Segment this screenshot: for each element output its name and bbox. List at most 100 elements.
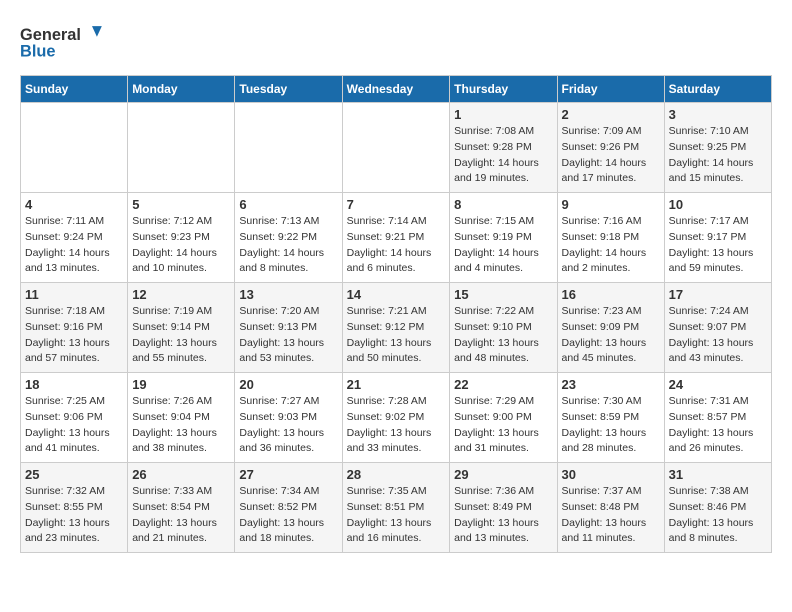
day-number: 28 [347,467,446,482]
calendar-cell: 15 Sunrise: 7:22 AMSunset: 9:10 PMDayligh… [450,283,557,373]
day-number: 29 [454,467,552,482]
calendar-cell: 1 Sunrise: 7:08 AMSunset: 9:28 PMDaylight… [450,103,557,193]
calendar-cell: 5Sunrise: 7:12 AMSunset: 9:23 PMDaylight… [128,193,235,283]
weekday-header-sunday: Sunday [21,76,128,103]
calendar-cell [342,103,450,193]
day-number: 13 [239,287,337,302]
calendar-cell: 9Sunrise: 7:16 AMSunset: 9:18 PMDaylight… [557,193,664,283]
day-info: Sunrise: 7:22 AMSunset: 9:10 PMDaylight:… [454,304,552,367]
calendar-cell: 16Sunrise: 7:23 AMSunset: 9:09 PMDayligh… [557,283,664,373]
day-info: Sunrise: 7:16 AMSunset: 9:18 PMDaylight:… [562,214,660,277]
svg-text:Blue: Blue [20,42,55,60]
day-info: Sunrise: 7:32 AMSunset: 8:55 PMDaylight:… [25,484,123,547]
calendar-cell: 10 Sunrise: 7:17 AMSunset: 9:17 PMDayligh… [664,193,771,283]
weekday-header-thursday: Thursday [450,76,557,103]
svg-text:General: General [20,26,81,44]
weekday-header-tuesday: Tuesday [235,76,342,103]
day-number: 6 [239,197,337,212]
day-info: Sunrise: 7:27 AMSunset: 9:03 PMDaylight:… [239,394,337,457]
day-number: 4 [25,197,123,212]
day-info: Sunrise: 7:30 AMSunset: 8:59 PMDaylight:… [562,394,660,457]
day-info: Sunrise: 7:26 AMSunset: 9:04 PMDaylight:… [132,394,230,457]
calendar-cell: 23 Sunrise: 7:30 AMSunset: 8:59 PMDayligh… [557,373,664,463]
day-info: Sunrise: 7:13 AMSunset: 9:22 PMDaylight:… [239,214,337,277]
calendar-cell: 18 Sunrise: 7:25 AMSunset: 9:06 PMDayligh… [21,373,128,463]
day-info: Sunrise: 7:18 AMSunset: 9:16 PMDaylight:… [25,304,123,367]
calendar-table: SundayMondayTuesdayWednesdayThursdayFrid… [20,75,772,553]
day-info: Sunrise: 7:12 AMSunset: 9:23 PMDaylight:… [132,214,230,277]
weekday-header-monday: Monday [128,76,235,103]
day-info: Sunrise: 7:35 AMSunset: 8:51 PMDaylight:… [347,484,446,547]
day-info: Sunrise: 7:11 AMSunset: 9:24 PMDaylight:… [25,214,123,277]
calendar-week-row: 1 Sunrise: 7:08 AMSunset: 9:28 PMDaylight… [21,103,772,193]
day-info: Sunrise: 7:20 AMSunset: 9:13 PMDaylight:… [239,304,337,367]
weekday-header-wednesday: Wednesday [342,76,450,103]
calendar-cell: 6 Sunrise: 7:13 AMSunset: 9:22 PMDaylight… [235,193,342,283]
calendar-cell: 31 Sunrise: 7:38 AMSunset: 8:46 PMDayligh… [664,463,771,553]
logo-svg: General Blue [20,20,110,65]
day-number: 10 [669,197,767,212]
day-info: Sunrise: 7:31 AMSunset: 8:57 PMDaylight:… [669,394,767,457]
day-info: Sunrise: 7:09 AMSunset: 9:26 PMDaylight:… [562,124,660,187]
day-info: Sunrise: 7:38 AMSunset: 8:46 PMDaylight:… [669,484,767,547]
day-info: Sunrise: 7:34 AMSunset: 8:52 PMDaylight:… [239,484,337,547]
day-number: 23 [562,377,660,392]
calendar-cell: 27 Sunrise: 7:34 AMSunset: 8:52 PMDayligh… [235,463,342,553]
weekday-header-row: SundayMondayTuesdayWednesdayThursdayFrid… [21,76,772,103]
calendar-cell: 3Sunrise: 7:10 AMSunset: 9:25 PMDaylight… [664,103,771,193]
day-number: 19 [132,377,230,392]
day-number: 30 [562,467,660,482]
day-number: 3 [669,107,767,122]
calendar-cell: 19 Sunrise: 7:26 AMSunset: 9:04 PMDayligh… [128,373,235,463]
calendar-cell: 2 Sunrise: 7:09 AMSunset: 9:26 PMDaylight… [557,103,664,193]
calendar-cell: 11Sunrise: 7:18 AMSunset: 9:16 PMDayligh… [21,283,128,373]
calendar-cell: 4 Sunrise: 7:11 AMSunset: 9:24 PMDaylight… [21,193,128,283]
calendar-cell: 14 Sunrise: 7:21 AMSunset: 9:12 PMDayligh… [342,283,450,373]
day-info: Sunrise: 7:36 AMSunset: 8:49 PMDaylight:… [454,484,552,547]
calendar-cell: 17 Sunrise: 7:24 AMSunset: 9:07 PMDayligh… [664,283,771,373]
day-number: 27 [239,467,337,482]
day-number: 31 [669,467,767,482]
calendar-cell: 26 Sunrise: 7:33 AMSunset: 8:54 PMDayligh… [128,463,235,553]
day-number: 17 [669,287,767,302]
weekday-header-friday: Friday [557,76,664,103]
day-info: Sunrise: 7:15 AMSunset: 9:19 PMDaylight:… [454,214,552,277]
calendar-cell: 13 Sunrise: 7:20 AMSunset: 9:13 PMDayligh… [235,283,342,373]
day-number: 21 [347,377,446,392]
day-number: 7 [347,197,446,212]
day-info: Sunrise: 7:25 AMSunset: 9:06 PMDaylight:… [25,394,123,457]
calendar-cell: 12Sunrise: 7:19 AMSunset: 9:14 PMDayligh… [128,283,235,373]
day-info: Sunrise: 7:28 AMSunset: 9:02 PMDaylight:… [347,394,446,457]
day-info: Sunrise: 7:14 AMSunset: 9:21 PMDaylight:… [347,214,446,277]
calendar-week-row: 11Sunrise: 7:18 AMSunset: 9:16 PMDayligh… [21,283,772,373]
day-info: Sunrise: 7:08 AMSunset: 9:28 PMDaylight:… [454,124,552,187]
day-number: 1 [454,107,552,122]
calendar-cell: 22Sunrise: 7:29 AMSunset: 9:00 PMDayligh… [450,373,557,463]
day-info: Sunrise: 7:24 AMSunset: 9:07 PMDaylight:… [669,304,767,367]
day-number: 2 [562,107,660,122]
day-number: 8 [454,197,552,212]
day-info: Sunrise: 7:21 AMSunset: 9:12 PMDaylight:… [347,304,446,367]
logo: General Blue [20,20,110,65]
calendar-cell: 21 Sunrise: 7:28 AMSunset: 9:02 PMDayligh… [342,373,450,463]
day-number: 20 [239,377,337,392]
day-info: Sunrise: 7:17 AMSunset: 9:17 PMDaylight:… [669,214,767,277]
day-number: 26 [132,467,230,482]
day-number: 18 [25,377,123,392]
calendar-cell: 24Sunrise: 7:31 AMSunset: 8:57 PMDayligh… [664,373,771,463]
day-number: 15 [454,287,552,302]
calendar-cell [128,103,235,193]
calendar-cell [235,103,342,193]
calendar-cell: 7 Sunrise: 7:14 AMSunset: 9:21 PMDaylight… [342,193,450,283]
day-number: 14 [347,287,446,302]
day-info: Sunrise: 7:33 AMSunset: 8:54 PMDaylight:… [132,484,230,547]
calendar-cell: 30 Sunrise: 7:37 AMSunset: 8:48 PMDayligh… [557,463,664,553]
calendar-cell: 25Sunrise: 7:32 AMSunset: 8:55 PMDayligh… [21,463,128,553]
day-info: Sunrise: 7:37 AMSunset: 8:48 PMDaylight:… [562,484,660,547]
day-number: 12 [132,287,230,302]
calendar-week-row: 25Sunrise: 7:32 AMSunset: 8:55 PMDayligh… [21,463,772,553]
calendar-week-row: 18 Sunrise: 7:25 AMSunset: 9:06 PMDayligh… [21,373,772,463]
calendar-cell: 29 Sunrise: 7:36 AMSunset: 8:49 PMDayligh… [450,463,557,553]
calendar-cell: 28 Sunrise: 7:35 AMSunset: 8:51 PMDayligh… [342,463,450,553]
day-number: 22 [454,377,552,392]
